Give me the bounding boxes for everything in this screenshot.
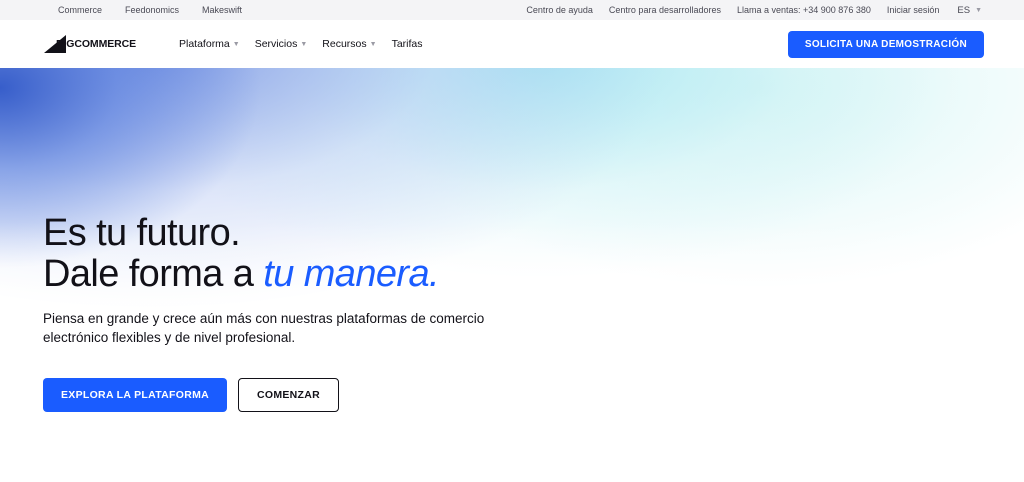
explore-platform-button[interactable]: EXPLORA LA PLATAFORMA: [43, 378, 227, 412]
utility-link-commerce[interactable]: Commerce: [58, 5, 102, 15]
menu-item-label: Plataforma: [179, 38, 230, 50]
hero-subheadline: Piensa en grande y crece aún más con nue…: [43, 311, 485, 345]
get-started-button[interactable]: COMENZAR: [238, 378, 339, 412]
hero-cta-group: EXPLORA LA PLATAFORMA COMENZAR: [43, 378, 513, 412]
utility-left-links: Commerce Feedonomics Makeswift: [58, 5, 265, 15]
chevron-down-icon: ▼: [300, 40, 308, 48]
utility-bar: Commerce Feedonomics Makeswift Centro de…: [0, 0, 1024, 20]
menu-item-label: Tarifas: [391, 38, 423, 50]
chevron-down-icon: ▼: [232, 40, 240, 48]
menu-item-tarifas[interactable]: Tarifas: [392, 38, 423, 50]
language-label: ES: [957, 4, 971, 16]
menu-item-plataforma[interactable]: Plataforma ▼: [179, 38, 240, 50]
headline-line-2-accent: tu manera.: [263, 253, 439, 295]
utility-right-links: Centro de ayuda Centro para desarrollado…: [510, 5, 982, 16]
menu-item-label: Recursos: [322, 38, 367, 50]
utility-link-login[interactable]: Iniciar sesión: [887, 5, 940, 15]
hero-headline: Es tu futuro. Dale forma a tu manera.: [43, 213, 513, 295]
hero-content: Es tu futuro. Dale forma a tu manera. Pi…: [43, 213, 513, 412]
utility-link-feedonomics[interactable]: Feedonomics: [125, 5, 179, 15]
menu-item-servicios[interactable]: Servicios ▼: [255, 38, 308, 50]
utility-link-call-sales[interactable]: Llama a ventas: +34 900 876 380: [737, 5, 871, 15]
hero-section: Es tu futuro. Dale forma a tu manera. Pi…: [0, 68, 1024, 482]
chevron-down-icon: ▼: [369, 40, 377, 48]
main-nav: BIGCOMMERCE Plataforma ▼ Servicios ▼ Rec…: [0, 20, 1024, 68]
utility-link-help-center[interactable]: Centro de ayuda: [526, 5, 593, 15]
headline-line-1: Es tu futuro.: [43, 212, 241, 254]
utility-link-makeswift[interactable]: Makeswift: [202, 5, 242, 15]
menu-item-recursos[interactable]: Recursos ▼: [322, 38, 376, 50]
chevron-down-icon: ▼: [975, 6, 982, 14]
request-demo-button[interactable]: SOLICITA UNA DEMOSTRACIÓN: [787, 30, 984, 58]
menu-item-label: Servicios: [254, 38, 298, 50]
language-selector[interactable]: ES ▼: [957, 5, 982, 16]
headline-line-2-plain: Dale forma a: [43, 253, 264, 295]
utility-link-developer-center[interactable]: Centro para desarrolladores: [609, 5, 721, 15]
main-menu: Plataforma ▼ Servicios ▼ Recursos ▼ Tari…: [179, 38, 438, 50]
bigcommerce-logo[interactable]: BIGCOMMERCE: [44, 34, 174, 54]
logo-text: BIGCOMMERCE: [56, 38, 136, 50]
